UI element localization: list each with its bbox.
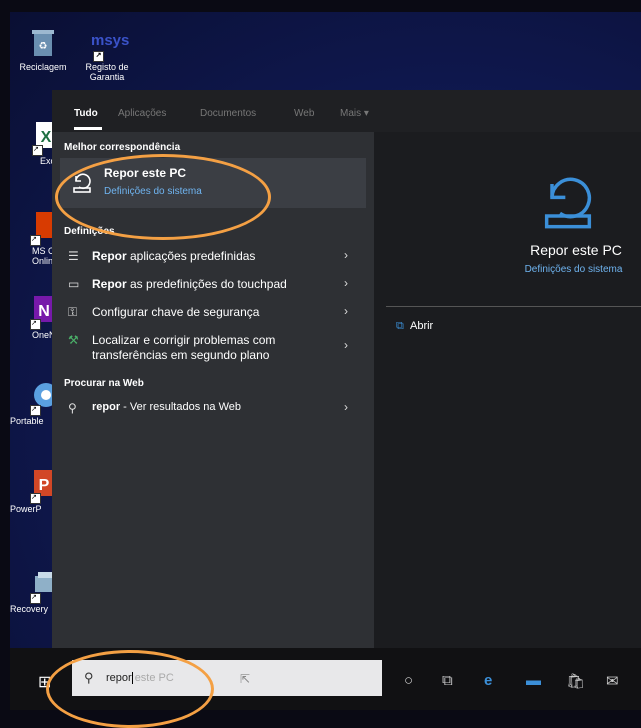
open-action[interactable]: ⧉ Abrir xyxy=(396,320,433,333)
preview-title: Repor este PC xyxy=(530,242,622,258)
search-icon: ⚲ xyxy=(68,401,77,415)
edge-icon[interactable]: e xyxy=(484,672,492,689)
svg-text:P: P xyxy=(39,477,50,494)
msys-logo-text: msys xyxy=(91,32,130,49)
tab-all[interactable]: Tudo xyxy=(74,108,98,119)
msys-logo-icon: msys ↗ xyxy=(91,26,129,62)
chevron-right-icon: › xyxy=(344,338,348,352)
preview-subtitle: Definições do sistema xyxy=(524,264,623,275)
store-icon[interactable]: 🛍 xyxy=(566,672,585,690)
mail-icon[interactable]: ✉ xyxy=(606,672,619,690)
chevron-right-icon: › xyxy=(344,304,348,318)
desktop-icon-label: Reciclagem xyxy=(19,62,67,72)
settings-item-troubleshoot[interactable]: ⚒ Localizar e corrigir problemas com tra… xyxy=(52,326,374,370)
open-icon: ⧉ xyxy=(396,320,404,332)
desktop-icon-warranty[interactable]: msys ↗ Registo de Garantia xyxy=(76,26,138,82)
settings-item-label: Localizar e corrigir problemas com trans… xyxy=(92,333,276,362)
tab-more[interactable]: Mais ▾ xyxy=(340,108,369,119)
key-icon: ⚿ xyxy=(68,305,78,319)
open-label: Abrir xyxy=(409,320,434,332)
settings-item-label: Configurar chave de segurança xyxy=(92,305,260,319)
file-explorer-icon[interactable]: ▬ xyxy=(526,672,541,689)
svg-text:♻: ♻ xyxy=(39,41,48,52)
chevron-right-icon: › xyxy=(344,248,348,262)
troubleshoot-icon: ⚒ xyxy=(68,333,79,347)
search-tabs: Tudo Aplicações Documentos Web Mais ▾ xyxy=(52,90,641,132)
tab-web[interactable]: Web xyxy=(294,108,314,119)
highlight-ring-best-match xyxy=(55,154,271,240)
settings-item-security-key[interactable]: ⚿ Configurar chave de segurança › xyxy=(52,298,374,326)
cortana-icon[interactable]: ○ xyxy=(404,672,413,689)
touchpad-icon: ▭ xyxy=(68,277,80,291)
chevron-right-icon: › xyxy=(344,400,348,414)
settings-item-label: Repor as predefinições do touchpad xyxy=(92,277,287,291)
web-search-item[interactable]: ⚲ repor - Ver resultados na Web › xyxy=(52,394,374,422)
desktop-icon-recycle-bin[interactable]: ♻ Reciclagem xyxy=(12,26,74,72)
preview-pane: Repor este PC Definições do sistema ⧉ Ab… xyxy=(374,132,641,648)
web-header: Procurar na Web xyxy=(64,378,144,389)
chevron-right-icon: › xyxy=(344,276,348,290)
tab-documents[interactable]: Documentos xyxy=(200,108,256,119)
tab-more-label: Mais xyxy=(340,108,362,119)
settings-item-label: Repor aplicações predefinidas xyxy=(92,249,256,263)
reset-pc-large-icon xyxy=(536,168,600,237)
highlight-ring-search-box xyxy=(46,650,214,728)
chevron-down-icon: ▾ xyxy=(363,108,369,119)
desktop-icon-label: Registo de Garantia xyxy=(85,62,129,82)
preview-divider xyxy=(386,306,641,307)
mouse-cursor-icon: ⇱ xyxy=(240,672,251,686)
best-match-header: Melhor correspondência xyxy=(64,142,181,153)
web-search-label: repor - Ver resultados na Web xyxy=(92,401,241,413)
svg-text:X: X xyxy=(41,129,52,146)
list-icon: ☰ xyxy=(68,249,79,263)
settings-item-reset-touchpad[interactable]: ▭ Repor as predefinições do touchpad › xyxy=(52,270,374,298)
tab-apps[interactable]: Aplicações xyxy=(118,108,166,119)
active-tab-underline xyxy=(74,127,102,130)
recycle-bin-icon: ♻ xyxy=(27,26,59,60)
svg-text:N: N xyxy=(38,303,50,320)
settings-item-reset-apps[interactable]: ☰ Repor aplicações predefinidas › xyxy=(52,242,374,270)
task-view-icon[interactable]: ⧉ xyxy=(442,672,453,689)
